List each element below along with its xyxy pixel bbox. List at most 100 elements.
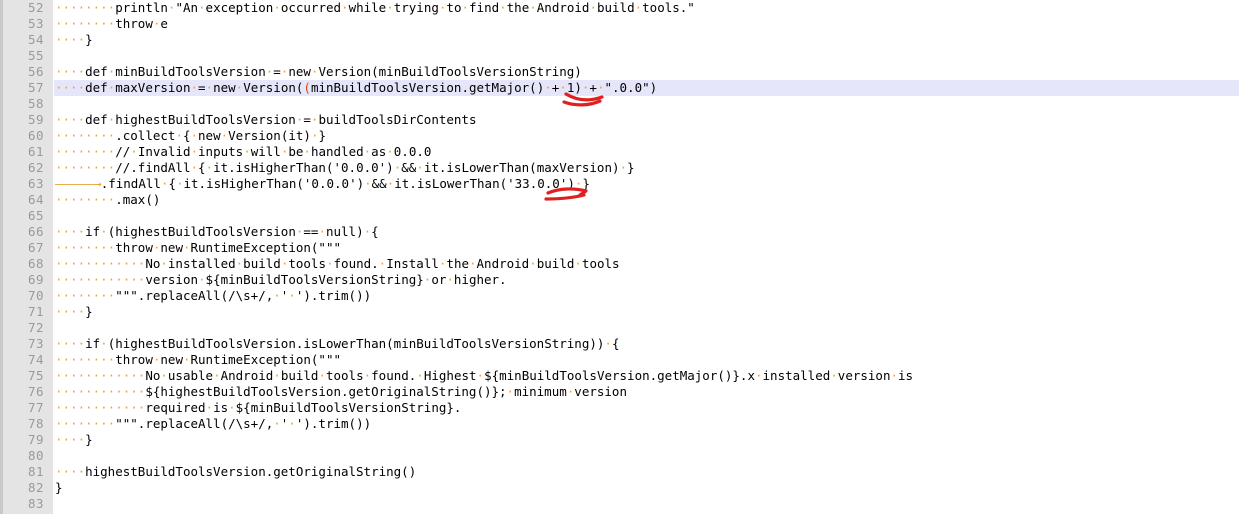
code-line[interactable]: 57 ····def·maxVersion·=·new·Version((minB… <box>0 80 1239 96</box>
line-number[interactable]: 63 <box>0 176 44 192</box>
code-line[interactable]: 72 <box>0 320 1239 336</box>
line-number[interactable]: 59 <box>0 112 44 128</box>
line-number[interactable]: 61 <box>0 144 44 160</box>
line-number[interactable]: 71 <box>0 304 44 320</box>
code-line[interactable]: 67 ········throw·new·RuntimeException(""" <box>0 240 1239 256</box>
line-number[interactable]: 80 <box>0 448 44 464</box>
code-text[interactable]: ········//·Invalid·inputs·will·be·handle… <box>55 144 431 160</box>
code-line[interactable]: 62 ········//.findAll·{·it.isHigherThan('… <box>0 160 1239 176</box>
line-number[interactable]: 53 <box>0 16 44 32</box>
code-text[interactable]: ········println·"An·exception·occurred·w… <box>55 0 695 16</box>
line-number[interactable]: 82 <box>0 480 44 496</box>
line-number[interactable]: 83 <box>0 496 44 512</box>
code-line[interactable]: 75 ············No·usable·Android·build·to… <box>0 368 1239 384</box>
code-line[interactable]: 76 ············${highestBuildToolsVersion… <box>0 384 1239 400</box>
whitespace-marker: · <box>386 0 394 15</box>
whitespace-marker: · <box>476 368 485 383</box>
line-number[interactable]: 73 <box>0 336 44 352</box>
whitespace-marker: ············ <box>55 256 146 271</box>
code-editor[interactable]: 52 ········println·"An·exception·occurred… <box>0 0 1239 514</box>
line-number[interactable]: 75 <box>0 368 44 384</box>
code-line[interactable]: 80 <box>0 448 1239 464</box>
whitespace-marker: · <box>303 144 311 159</box>
line-number[interactable]: 76 <box>0 384 44 400</box>
line-number[interactable]: 62 <box>0 160 44 176</box>
code-text[interactable]: ········.collect·{·new·Version(it)·} <box>55 128 326 144</box>
code-line[interactable]: 69 ············version·${minBuildToolsVer… <box>0 272 1239 288</box>
code-line[interactable]: 66 ····if·(highestBuildToolsVersion·==·nu… <box>0 224 1239 240</box>
code-line[interactable]: 71 ····} <box>0 304 1239 320</box>
line-number[interactable]: 69 <box>0 272 44 288</box>
line-number[interactable]: 68 <box>0 256 44 272</box>
line-number[interactable]: 55 <box>0 48 44 64</box>
code-text[interactable]: ····if·(highestBuildToolsVersion.isLower… <box>55 336 619 352</box>
code-line[interactable]: 81 ····highestBuildToolsVersion.getOrigin… <box>0 464 1239 480</box>
code-line[interactable]: 79 ····} <box>0 432 1239 448</box>
code-text[interactable]: } <box>55 480 63 496</box>
code-text[interactable]: ····highestBuildToolsVersion.getOriginal… <box>55 464 416 480</box>
line-number[interactable]: 60 <box>0 128 44 144</box>
code-line[interactable]: 64 ········.max() <box>0 192 1239 208</box>
code-text[interactable]: ····} <box>55 32 93 48</box>
code-line[interactable]: 83 <box>0 496 1239 512</box>
code-line[interactable]: 54 ····} <box>0 32 1239 48</box>
line-number[interactable]: 72 <box>0 320 44 336</box>
code-text[interactable]: ········throw·new·RuntimeException(""" <box>55 240 341 256</box>
code-line[interactable]: 60 ········.collect·{·new·Version(it)·} <box>0 128 1239 144</box>
code-rows[interactable]: 52 ········println·"An·exception·occurred… <box>0 0 1239 512</box>
line-number[interactable]: 78 <box>0 416 44 432</box>
code-text[interactable]: ········""".replaceAll(/\s+/,·'·').trim(… <box>55 288 371 304</box>
line-number[interactable]: 67 <box>0 240 44 256</box>
code-line[interactable]: 61 ········//·Invalid·inputs·will·be·hand… <box>0 144 1239 160</box>
line-number[interactable]: 57 <box>0 80 44 96</box>
code-text[interactable]: ············version·${minBuildToolsVersi… <box>55 272 507 288</box>
code-line[interactable]: 56 ····def·minBuildToolsVersion·=·new·Ver… <box>0 64 1239 80</box>
whitespace-marker: · <box>152 16 161 31</box>
line-number[interactable]: 70 <box>0 288 44 304</box>
code-line[interactable]: 53 ········throw·e <box>0 16 1239 32</box>
line-number[interactable]: 54 <box>0 32 44 48</box>
code-text[interactable]: ····def·highestBuildToolsVersion·=·build… <box>55 112 476 128</box>
code-text[interactable]: ········.max() <box>55 192 160 208</box>
code-line[interactable]: 70 ········""".replaceAll(/\s+/,·'·').tri… <box>0 288 1239 304</box>
code-text[interactable]: ····def·minBuildToolsVersion·=·new·Versi… <box>55 64 582 80</box>
code-line[interactable]: 77 ············required·is·${minBuildTool… <box>0 400 1239 416</box>
line-number[interactable]: 58 <box>0 96 44 112</box>
code-line[interactable]: 78 ········""".replaceAll(/\s+/,·'·').tri… <box>0 416 1239 432</box>
code-text[interactable]: ········//.findAll·{·it.isHigherThan('0.… <box>55 160 635 176</box>
code-line[interactable]: 63 ——————→.findAll·{·it.isHigherThan('0.0… <box>0 176 1239 192</box>
code-text[interactable]: ——————→.findAll·{·it.isHigherThan('0.0.0… <box>55 176 590 192</box>
code-text[interactable]: ····} <box>55 304 93 320</box>
code-text[interactable]: ············No·installed·build·tools·fou… <box>55 256 620 272</box>
code-line[interactable]: 58 <box>0 96 1239 112</box>
code-text[interactable]: ············${highestBuildToolsVersion.g… <box>55 384 627 400</box>
line-number[interactable]: 65 <box>0 208 44 224</box>
code-line[interactable]: 65 <box>0 208 1239 224</box>
code-line[interactable]: 52 ········println·"An·exception·occurred… <box>0 0 1239 16</box>
line-number[interactable]: 64 <box>0 192 44 208</box>
code-line[interactable]: 73 ····if·(highestBuildToolsVersion.isLow… <box>0 336 1239 352</box>
code-text[interactable]: ····} <box>55 432 93 448</box>
code-text[interactable]: ············No·usable·Android·build·tool… <box>55 368 913 384</box>
code-text[interactable]: ····def·maxVersion·=·new·Version((minBui… <box>55 80 657 96</box>
line-number[interactable]: 56 <box>0 64 44 80</box>
code-text[interactable]: ········throw·new·RuntimeException(""" <box>55 352 341 368</box>
code-line[interactable]: 82} <box>0 480 1239 496</box>
whitespace-marker: · <box>596 80 605 95</box>
code-text[interactable]: ········throw·e <box>55 16 168 32</box>
line-number[interactable]: 81 <box>0 464 44 480</box>
code-line[interactable]: 55 <box>0 48 1239 64</box>
line-number[interactable]: 74 <box>0 352 44 368</box>
line-number[interactable]: 52 <box>0 0 44 16</box>
code-line[interactable]: 74 ········throw·new·RuntimeException(""" <box>0 352 1239 368</box>
line-number[interactable]: 77 <box>0 400 44 416</box>
code-line[interactable]: 68 ············No·installed·build·tools·f… <box>0 256 1239 272</box>
code-text[interactable]: ····if·(highestBuildToolsVersion·==·null… <box>55 224 379 240</box>
code-text[interactable]: ············required·is·${minBuildToolsV… <box>55 400 461 416</box>
whitespace-marker: · <box>190 80 199 95</box>
code-text[interactable]: ········""".replaceAll(/\s+/,·'·').trim(… <box>55 416 371 432</box>
line-number[interactable]: 79 <box>0 432 44 448</box>
whitespace-marker: · <box>295 112 304 127</box>
code-line[interactable]: 59 ····def·highestBuildToolsVersion·=·bui… <box>0 112 1239 128</box>
line-number[interactable]: 66 <box>0 224 44 240</box>
